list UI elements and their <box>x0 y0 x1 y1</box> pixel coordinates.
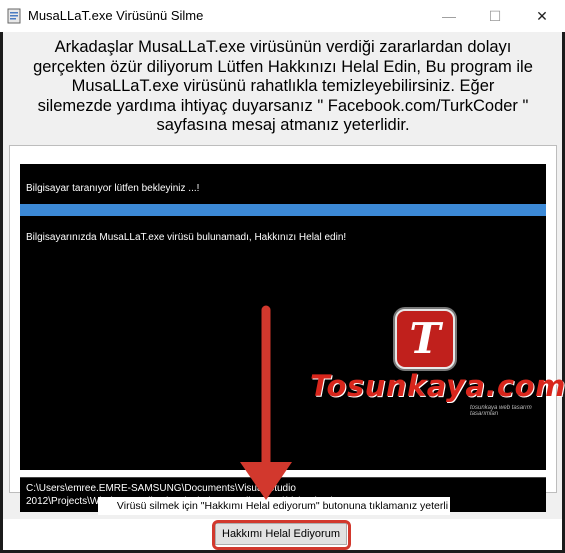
annotation-highlight-box <box>212 520 351 550</box>
minimize-button[interactable]: — <box>426 0 472 32</box>
notice-line: silemezde yardıma ihtiyaç duyarsanız " F… <box>37 96 529 115</box>
close-button[interactable]: ✕ <box>519 0 565 32</box>
watermark-badge: T <box>395 309 455 369</box>
notice-line: MusaLLaT.exe virüsünü rahatlıkla temizle… <box>71 77 495 95</box>
app-window: MusaLLaT.exe Virüsünü Silme — ☐ ✕ Arkada… <box>0 0 565 553</box>
notice-text: Arkadaşlar MusaLLaT.exe virüsünün verdiğ… <box>11 38 555 138</box>
notice-line: gerçekten özür diliyorum Lütfen Hakkınız… <box>33 57 533 76</box>
app-icon <box>7 8 21 24</box>
output-panel: Bilgisayar taranıyor lütfen bekleyiniz .… <box>9 145 565 512</box>
client-area: Arkadaşlar MusaLLaT.exe virüsünün verdiğ… <box>3 32 565 550</box>
scan-result-text: Bilgisayarınızda MusaLLaT.exe virüsü bul… <box>26 232 347 243</box>
watermark-subtext: tosunkaya web tasarım tasarımları <box>470 405 532 417</box>
scan-status-text: Bilgisayar taranıyor lütfen bekleyiniz .… <box>26 183 200 194</box>
window-title: MusaLLaT.exe Virüsünü Silme <box>28 8 204 23</box>
console-output[interactable]: Bilgisayar taranıyor lütfen bekleyiniz .… <box>20 164 565 470</box>
watermark-name: Tosunkaya.com <box>310 369 565 403</box>
watermark-logo: T Tosunkaya.com tosunkaya web tasarım ta… <box>310 309 565 419</box>
hint-label: Virüsü silmek için "Hakkımı Helal ediyor… <box>116 500 449 512</box>
title-bar[interactable]: MusaLLaT.exe Virüsünü Silme — ☐ ✕ <box>0 0 565 32</box>
notice-line: Arkadaşlar MusaLLaT.exe virüsünün verdiğ… <box>54 38 512 56</box>
scan-progress-bar <box>20 204 546 216</box>
watermark-letter: T <box>409 314 441 363</box>
maximize-button[interactable]: ☐ <box>472 0 518 32</box>
notice-line: sayfasına mesaj atmanız yeterlidir. <box>156 116 410 134</box>
